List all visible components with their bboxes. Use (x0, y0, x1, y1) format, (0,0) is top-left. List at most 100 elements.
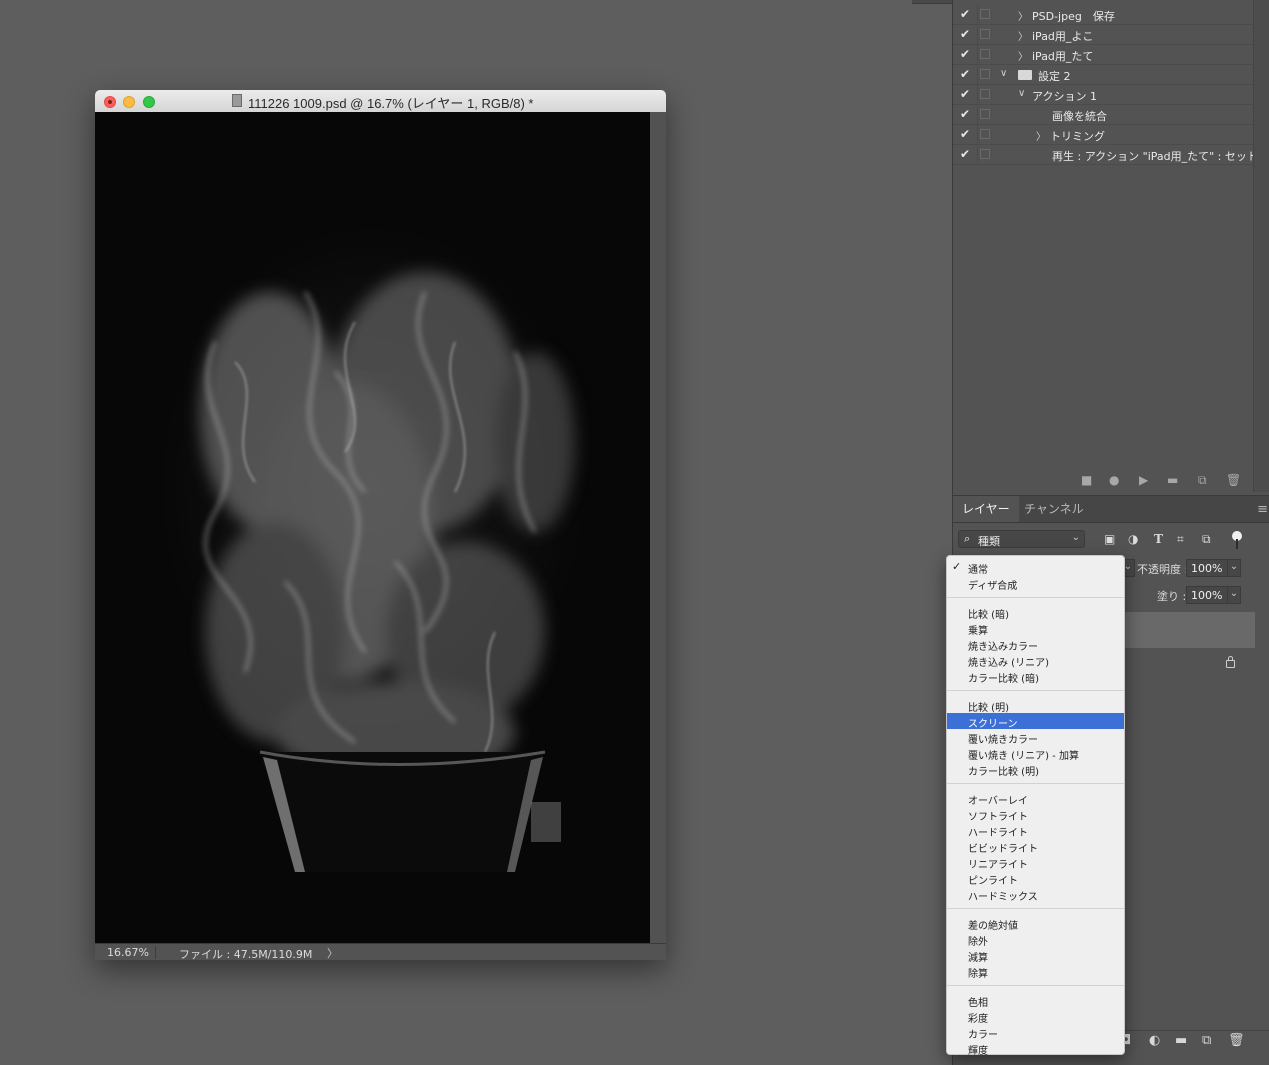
stop-icon[interactable]: ■ (1081, 473, 1092, 487)
zoom-level[interactable]: 16.67% (107, 946, 149, 959)
action-enabled-checkmark-icon[interactable]: ✔ (960, 67, 970, 81)
blend-mode-item[interactable]: ソフトライト (947, 806, 1124, 823)
canvas-vertical-scrollbar[interactable] (650, 112, 666, 943)
selected-layer-row[interactable] (1125, 612, 1255, 648)
blend-mode-item[interactable]: カラー (947, 1024, 1124, 1041)
folder-icon (1018, 70, 1032, 80)
dialog-toggle-box[interactable] (980, 69, 990, 79)
blend-mode-label: 減算 (968, 953, 988, 964)
opacity-field[interactable]: 100% (1186, 559, 1232, 577)
column-divider (977, 85, 978, 105)
blend-mode-label: 乗算 (968, 626, 988, 637)
action-enabled-checkmark-icon[interactable]: ✔ (960, 127, 970, 141)
shape-layer-filter-icon[interactable]: ⌗ (1177, 532, 1184, 547)
blend-mode-item[interactable]: スクリーン (947, 713, 1124, 730)
play-icon[interactable]: ▶ (1139, 473, 1148, 487)
fill-field[interactable]: 100% (1186, 586, 1232, 604)
fill-slider-arrow[interactable]: ⌄ (1227, 586, 1241, 604)
blend-mode-item[interactable]: 除外 (947, 931, 1124, 948)
adjustment-layer-filter-icon[interactable]: ◑ (1128, 532, 1138, 546)
new-action-icon[interactable]: ⧉ (1198, 473, 1207, 488)
action-row[interactable]: ✔ 〉トリミング (953, 125, 1253, 145)
dialog-toggle-box[interactable] (980, 129, 990, 139)
minimize-window-button[interactable] (123, 96, 135, 108)
blend-mode-item[interactable]: ✓ 通常 (947, 559, 1124, 576)
blend-mode-item[interactable]: ビビッドライト (947, 838, 1124, 855)
dialog-toggle-box[interactable] (980, 9, 990, 19)
new-layer-icon[interactable]: ⧉ (1202, 1033, 1211, 1048)
blend-mode-item[interactable]: 焼き込みカラー (947, 636, 1124, 653)
blend-mode-item[interactable]: 比較 (暗) (947, 604, 1124, 621)
blend-mode-item[interactable]: 覆い焼き (リニア) - 加算 (947, 745, 1124, 762)
type-layer-filter-icon[interactable]: T (1154, 532, 1163, 546)
blend-mode-item[interactable]: 比較 (明) (947, 697, 1124, 714)
blend-mode-item[interactable]: ハードミックス (947, 886, 1124, 903)
blend-mode-item[interactable]: ディザ合成 (947, 575, 1124, 592)
action-row[interactable]: ✔ 〉 iPad用_よこ (953, 25, 1253, 45)
new-adjustment-layer-icon[interactable]: ◐ (1149, 1033, 1160, 1048)
blend-mode-label: 覆い焼き (リニア) - 加算 (968, 751, 1079, 762)
blend-mode-item[interactable]: 差の絶対値 (947, 915, 1124, 932)
chevron-right-icon[interactable]: 〉 (1018, 48, 1028, 63)
blend-mode-item[interactable]: 乗算 (947, 620, 1124, 637)
delete-layer-icon[interactable]: 🗑 (1228, 1033, 1245, 1048)
new-set-folder-icon[interactable]: ▬ (1167, 473, 1178, 487)
blend-mode-item[interactable]: オーバーレイ (947, 790, 1124, 807)
action-row[interactable]: ✔ ∨ 設定 2 (953, 65, 1253, 85)
action-row[interactable]: ✔ 再生 : アクション "iPad用_たて" : セット... (953, 145, 1268, 165)
blend-mode-menu[interactable]: ✓ 通常 ディザ合成 比較 (暗) 乗算 焼き込みカラー 焼き込み (リニア) カラー比較 (… (946, 555, 1125, 1057)
chevron-right-icon[interactable]: 〉 (1018, 28, 1028, 43)
new-group-folder-icon[interactable]: ▬ (1175, 1033, 1187, 1048)
action-enabled-checkmark-icon[interactable]: ✔ (960, 27, 970, 41)
action-row[interactable]: ✔ 画像を統合 (953, 105, 1253, 125)
dialog-toggle-box[interactable] (980, 89, 990, 99)
blend-mode-item[interactable]: カラー比較 (暗) (947, 668, 1124, 685)
blend-mode-item[interactable]: 色相 (947, 992, 1124, 1009)
action-enabled-checkmark-icon[interactable]: ✔ (960, 47, 970, 61)
delete-action-icon[interactable]: 🗑 (1226, 473, 1241, 487)
blend-mode-label: カラー比較 (明) (968, 767, 1039, 778)
tab-channels[interactable]: チャンネル (1015, 496, 1093, 522)
blend-mode-item[interactable]: 彩度 (947, 1008, 1124, 1025)
chevron-down-icon[interactable]: ∨ (1000, 68, 1007, 79)
blend-mode-item[interactable]: リニアライト (947, 854, 1124, 871)
chevron-down-icon[interactable]: ∨ (1018, 88, 1025, 99)
blend-mode-item[interactable]: 除算 (947, 963, 1124, 980)
zoom-window-button[interactable] (143, 96, 155, 108)
action-row[interactable]: ✔ 〉 iPad用_たて (953, 45, 1253, 65)
blend-mode-item[interactable]: 焼き込み (リニア) (947, 652, 1124, 669)
blend-mode-item[interactable]: 輝度 (947, 1040, 1124, 1057)
dialog-toggle-box[interactable] (980, 149, 990, 159)
document-window[interactable]: 111226 1009.psd @ 16.7% (レイヤー 1, RGB/8) … (95, 90, 666, 960)
opacity-slider-arrow[interactable]: ⌄ (1227, 559, 1241, 577)
layer-kind-filter-select[interactable]: ⌕ 種類 ⌄ (958, 530, 1085, 548)
action-enabled-checkmark-icon[interactable]: ✔ (960, 147, 970, 161)
image-canvas[interactable] (95, 112, 650, 943)
dialog-toggle-box[interactable] (980, 109, 990, 119)
smart-object-filter-icon[interactable]: ⧉ (1202, 532, 1211, 547)
close-window-button[interactable] (104, 96, 116, 108)
action-enabled-checkmark-icon[interactable]: ✔ (960, 87, 970, 101)
dialog-toggle-box[interactable] (980, 49, 990, 59)
smoke-photo (200, 272, 575, 872)
actions-scrollbar[interactable] (1253, 0, 1269, 492)
blend-mode-item[interactable]: ピンライト (947, 870, 1124, 887)
opacity-label: 不透明度 : (1137, 563, 1189, 576)
chevron-right-icon[interactable]: 〉 (1018, 8, 1028, 23)
chevron-right-icon[interactable]: 〉 (1036, 128, 1046, 143)
dialog-toggle-box[interactable] (980, 29, 990, 39)
blend-mode-item[interactable]: カラー比較 (明) (947, 761, 1124, 778)
action-row[interactable]: ✔ 〉 PSD-jpeg 保存 (953, 5, 1253, 25)
status-menu-arrow-icon[interactable]: 〉 (327, 945, 338, 960)
panel-menu-icon[interactable]: ≡ (1257, 502, 1268, 517)
blend-mode-item[interactable]: 減算 (947, 947, 1124, 964)
blend-mode-item[interactable]: 覆い焼きカラー (947, 729, 1124, 746)
document-titlebar[interactable]: 111226 1009.psd @ 16.7% (レイヤー 1, RGB/8) … (95, 90, 666, 113)
tab-layers[interactable]: レイヤー (953, 496, 1019, 522)
blend-mode-item[interactable]: ハードライト (947, 822, 1124, 839)
action-enabled-checkmark-icon[interactable]: ✔ (960, 7, 970, 21)
record-icon[interactable]: ● (1109, 473, 1119, 487)
pixel-layer-filter-icon[interactable]: ▣ (1104, 532, 1115, 546)
action-row[interactable]: ✔ ∨ アクション 1 (953, 85, 1253, 105)
action-enabled-checkmark-icon[interactable]: ✔ (960, 107, 970, 121)
